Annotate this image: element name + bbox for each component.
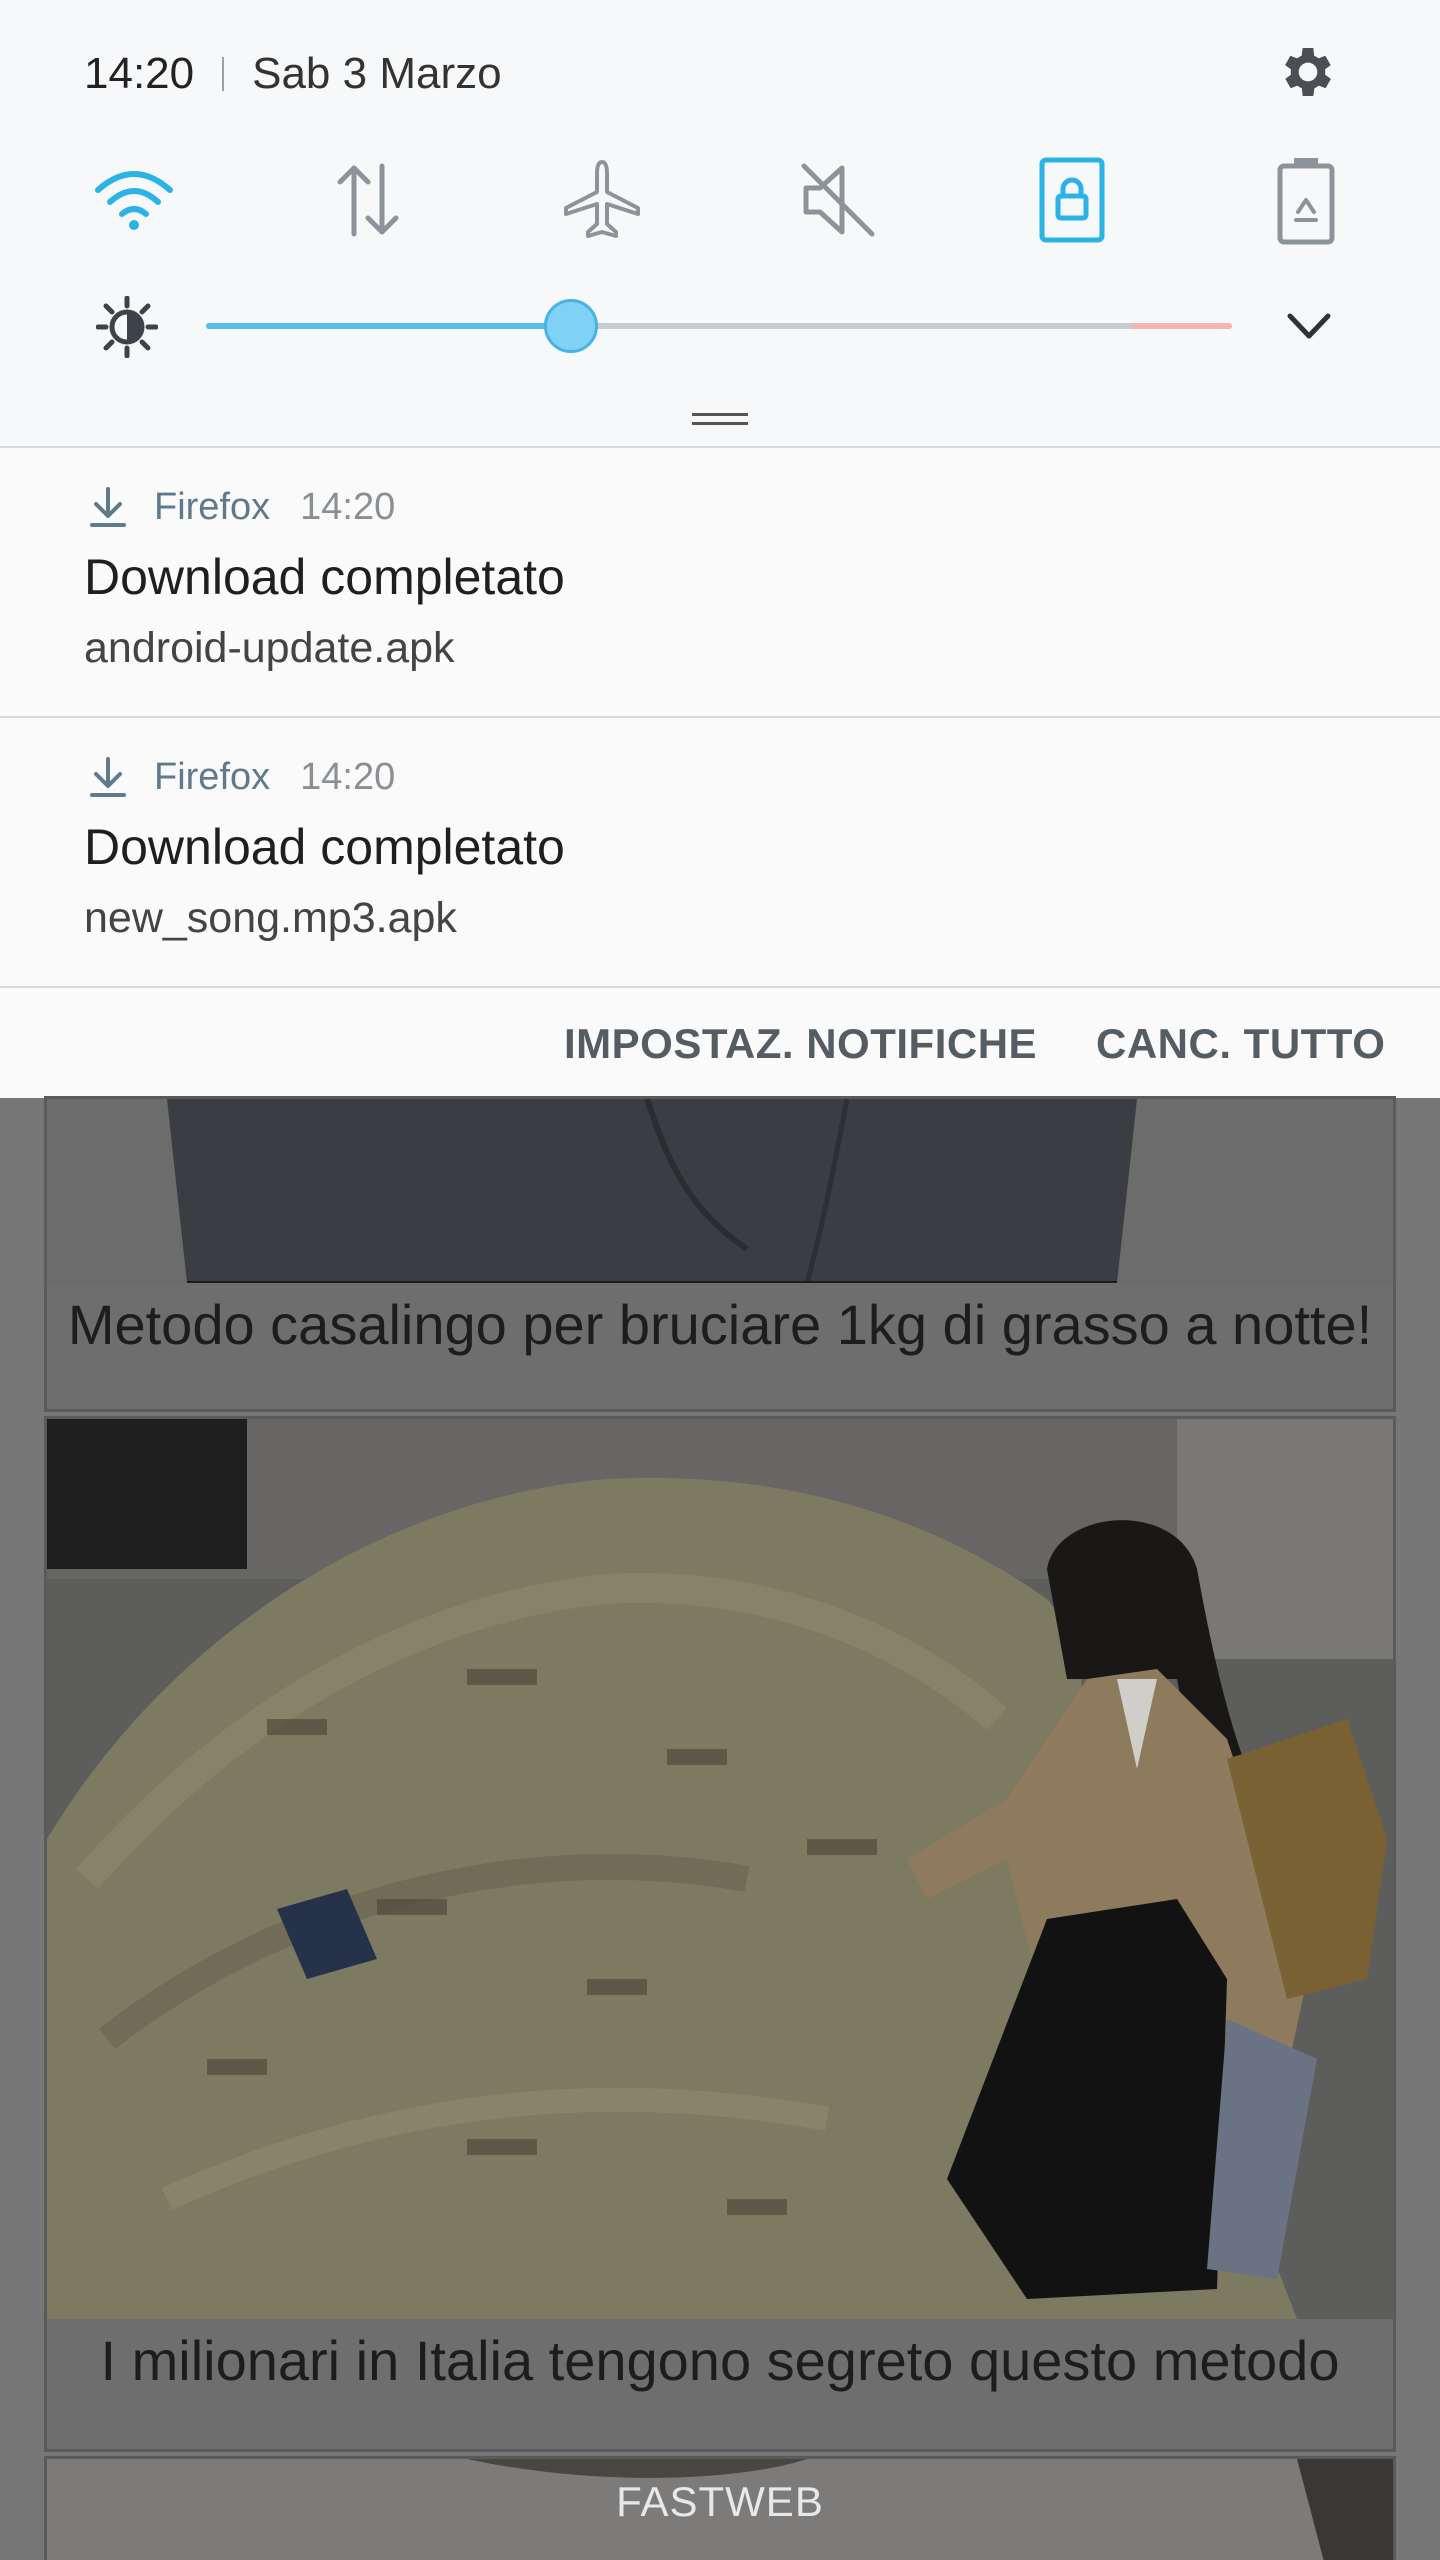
article-card[interactable]: I milionari in Italia tengono segreto qu…: [44, 1416, 1396, 2452]
chevron-down-icon[interactable]: [1282, 304, 1336, 348]
quick-settings-panel: 14:20 Sab 3 Marzo: [0, 0, 1440, 446]
brightness-warning-zone: [1132, 323, 1232, 329]
drag-handle[interactable]: [692, 413, 748, 425]
brightness-thumb[interactable]: [544, 299, 599, 353]
download-icon: [90, 487, 126, 527]
article-thumbnail: [47, 1099, 1393, 1283]
airplane-mode-icon: [564, 160, 640, 238]
clock: 14:20: [84, 49, 195, 98]
notification-app-name: Firefox: [154, 755, 271, 798]
notification-list: Firefox 14:20 Download completato androi…: [0, 446, 1440, 986]
notification-body: android-update.apk: [84, 624, 455, 672]
brightness-slider[interactable]: [206, 299, 1232, 353]
mobile-data-toggle[interactable]: [322, 154, 414, 246]
wifi-icon: [95, 171, 173, 230]
power-saving-toggle[interactable]: [1260, 154, 1352, 246]
date[interactable]: Sab 3 Marzo: [252, 49, 501, 99]
gear-icon[interactable]: [1276, 40, 1340, 104]
status-header: 14:20 Sab 3 Marzo: [84, 44, 502, 104]
brightness-row: [0, 290, 1440, 362]
notification-app-name: Firefox: [154, 485, 271, 528]
notification-body: new_song.mp3.apk: [84, 894, 457, 942]
screen-lock-toggle[interactable]: [1026, 154, 1118, 246]
notification-header: Firefox 14:20: [84, 482, 395, 532]
notification-item[interactable]: Firefox 14:20 Download completato new_so…: [0, 716, 1440, 986]
footer-brand: FASTWEB: [616, 2478, 824, 2525]
notification-time: 14:20: [300, 485, 396, 528]
notification-time: 14:20: [300, 755, 396, 798]
airplane-mode-toggle[interactable]: [556, 154, 648, 246]
wifi-toggle[interactable]: [88, 154, 180, 246]
brightness-fill: [206, 323, 572, 329]
notification-actions-bar: IMPOSTAZ. NOTIFICHE CANC. TUTTO: [0, 986, 1440, 1098]
background-webpage: Metodo casalingo per bruciare 1kg di gra…: [0, 1096, 1440, 2560]
sound-off-icon: [801, 163, 875, 237]
power-saving-icon: [1277, 158, 1335, 245]
header-divider: [222, 57, 225, 91]
sound-toggle[interactable]: [792, 154, 884, 246]
notification-item[interactable]: Firefox 14:20 Download completato androi…: [0, 446, 1440, 716]
article-title[interactable]: I milionari in Italia tengono segreto qu…: [47, 2331, 1393, 2391]
brightness-icon: [96, 296, 158, 358]
mobile-data-icon: [337, 163, 399, 237]
notification-title: Download completato: [84, 819, 565, 875]
screen-lock-icon: [1039, 157, 1105, 243]
notification-header: Firefox 14:20: [84, 752, 395, 802]
article-card[interactable]: Metodo casalingo per bruciare 1kg di gra…: [44, 1096, 1396, 1412]
clear-all-button[interactable]: CANC. TUTTO: [1096, 1020, 1385, 1068]
download-icon: [90, 757, 126, 797]
notification-title: Download completato: [84, 549, 565, 605]
article-title[interactable]: Metodo casalingo per bruciare 1kg di gra…: [47, 1295, 1393, 1355]
article-thumbnail: [47, 1419, 1393, 2319]
notification-settings-button[interactable]: IMPOSTAZ. NOTIFICHE: [564, 1020, 1037, 1068]
